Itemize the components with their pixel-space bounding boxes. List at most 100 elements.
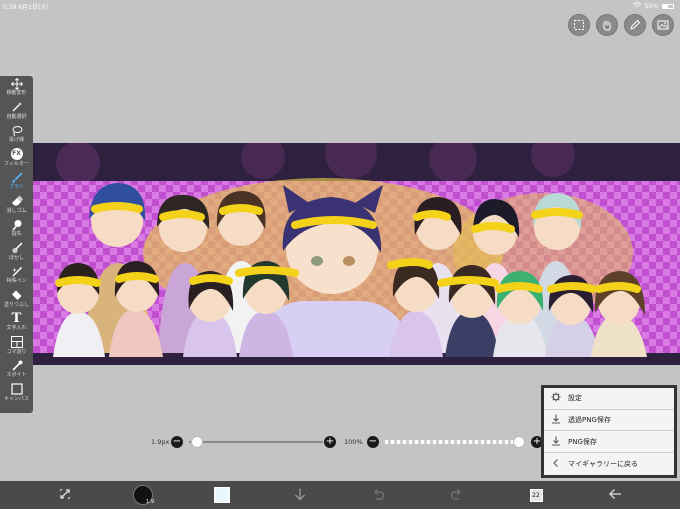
download-icon — [551, 436, 561, 448]
redo-button[interactable] — [442, 481, 472, 509]
tool-move[interactable]: 移動変形 — [0, 76, 33, 100]
image-icon — [657, 16, 669, 35]
move-icon — [10, 77, 24, 90]
text-icon: T — [10, 312, 24, 325]
top-actions — [568, 14, 674, 36]
brush-sliders: 1.9px − + 100% − + — [145, 434, 545, 450]
tool-eyedropper[interactable]: スポイト — [0, 358, 33, 382]
tool-label: 特殊ペン — [6, 278, 27, 284]
tool-label: 投げ縄 — [8, 137, 24, 143]
tool-label: 指先 — [11, 231, 22, 237]
menu-item-label: PNG保存 — [568, 437, 597, 446]
tool-frame-divider[interactable]: コマ割り — [0, 335, 33, 359]
tool-label: 消しゴム — [6, 207, 27, 214]
menu-item-label: マイギャラリーに戻る — [568, 459, 638, 468]
tool-finger[interactable]: 指先 — [0, 217, 33, 241]
frame-divider-icon — [10, 336, 24, 349]
battery-icon — [662, 3, 674, 9]
tool-label: コマ割り — [6, 348, 27, 355]
hand-icon — [601, 16, 613, 35]
layers-button[interactable]: 22 — [521, 481, 551, 509]
finger-icon — [10, 218, 24, 231]
fx-icon: FX — [10, 148, 24, 161]
layers-icon: 22 — [529, 488, 543, 502]
toolbox: 移動変形 自動選択 投げ縄 FX フィルター ブラシ 消しゴム 指先 ぼかし 特… — [0, 76, 33, 413]
undo-button[interactable] — [363, 481, 393, 509]
selection-icon — [573, 16, 585, 35]
brush-size-value: 1.9 — [146, 499, 154, 505]
menu-item-settings[interactable]: 設定 — [544, 388, 674, 410]
status-time: 0:59 — [3, 4, 17, 11]
status-date: 6月1日(火) — [18, 4, 49, 11]
tool-fill[interactable]: 塗りつぶし — [0, 288, 33, 312]
opacity-slider[interactable] — [385, 440, 519, 444]
plus-icon: + — [532, 436, 542, 447]
tool-special-pen[interactable]: 特殊ペン — [0, 264, 33, 288]
minus-icon: − — [368, 436, 378, 447]
canvas-artwork — [33, 143, 680, 365]
back-menu-popup: 設定 透過PNG保存 PNG保存 マイギャラリーに戻る — [541, 385, 677, 478]
tool-label: 移動変形 — [6, 90, 27, 96]
current-color-swatch — [214, 487, 230, 503]
drawing-canvas[interactable] — [33, 143, 680, 365]
pen-settings-button[interactable] — [624, 14, 646, 36]
arrow-down-icon — [293, 486, 307, 505]
tool-label: スポイト — [6, 372, 27, 378]
tool-text[interactable]: T 文字入れ — [0, 311, 33, 335]
special-pen-icon — [10, 265, 24, 278]
lasso-icon — [10, 124, 24, 137]
menu-item-back-to-gallery[interactable]: マイギャラリーに戻る — [544, 453, 674, 475]
back-button[interactable] — [600, 481, 630, 509]
hand-tool-button[interactable] — [596, 14, 618, 36]
download-icon — [551, 414, 561, 426]
brush-icon — [10, 171, 24, 184]
download-button[interactable] — [285, 481, 315, 509]
canvas-icon — [10, 383, 24, 396]
eraser-icon — [10, 195, 24, 208]
tool-label: フィルター — [4, 160, 29, 167]
tool-label: 自動選択 — [6, 113, 27, 120]
transform-button[interactable] — [50, 481, 80, 509]
tool-filter[interactable]: FX フィルター — [0, 147, 33, 171]
brush-preview-icon: 1.9 — [133, 485, 154, 505]
opacity-label: 100% — [344, 438, 363, 446]
tool-blur[interactable]: ぼかし — [0, 241, 33, 265]
bottom-toolbar: 1.9 22 — [0, 481, 680, 509]
tool-canvas[interactable]: キャンバス — [0, 382, 33, 406]
battery-percent: 50% — [644, 2, 658, 10]
tool-lasso[interactable]: 投げ縄 — [0, 123, 33, 147]
tool-label: 塗りつぶし — [3, 301, 30, 308]
pencil-icon — [629, 16, 641, 35]
menu-item-save-png[interactable]: PNG保存 — [544, 431, 674, 454]
tool-label: 文字入れ — [6, 325, 27, 331]
fill-bucket-icon — [10, 289, 24, 302]
transform-icon — [58, 486, 72, 505]
chevron-left-icon — [551, 458, 561, 470]
tool-eraser[interactable]: 消しゴム — [0, 194, 33, 218]
size-decrease-button[interactable]: − — [171, 436, 183, 448]
color-button[interactable] — [207, 481, 237, 509]
menu-item-label: 透過PNG保存 — [568, 416, 611, 425]
brush-size-knob[interactable] — [191, 436, 203, 448]
image-button[interactable] — [652, 14, 674, 36]
eyedropper-icon — [10, 359, 24, 372]
brush-size-slider[interactable] — [189, 441, 323, 443]
brush-size-button[interactable]: 1.9 — [128, 481, 158, 509]
fx-glyph: FX — [10, 148, 23, 160]
magic-wand-icon — [10, 101, 24, 114]
layer-count: 22 — [532, 491, 540, 499]
undo-icon — [371, 486, 385, 505]
redo-icon — [450, 486, 464, 505]
tool-magic-wand[interactable]: 自動選択 — [0, 100, 33, 124]
selection-button[interactable] — [568, 14, 590, 36]
opacity-decrease-button[interactable]: − — [367, 436, 379, 448]
status-bar: 0:59 6月1日(火) 50% — [0, 0, 680, 12]
opacity-knob[interactable] — [513, 436, 525, 448]
text-glyph: T — [11, 311, 22, 326]
tool-label: ブラシ — [9, 184, 24, 190]
size-increase-button[interactable]: + — [324, 436, 336, 448]
blur-icon — [10, 242, 24, 255]
tool-label: キャンバス — [3, 395, 29, 402]
tool-brush[interactable]: ブラシ — [0, 170, 33, 194]
menu-item-save-transparent-png[interactable]: 透過PNG保存 — [544, 410, 674, 432]
